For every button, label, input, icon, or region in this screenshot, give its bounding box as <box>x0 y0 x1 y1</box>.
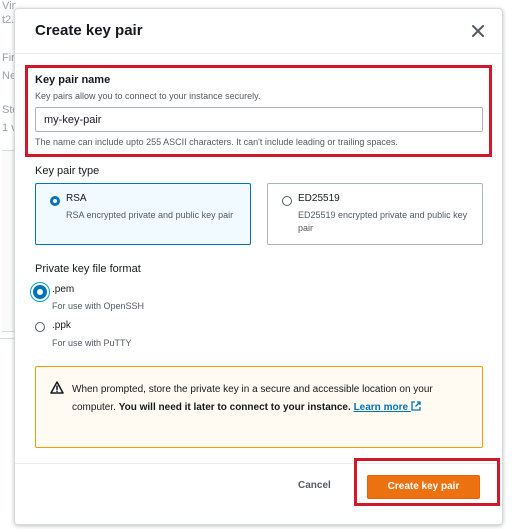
ppk-radio[interactable] <box>35 322 45 332</box>
create-key-pair-dialog: Create key pair Key pair name Key pairs … <box>14 8 503 525</box>
dialog-title: Create key pair <box>35 22 143 39</box>
private-key-format-label: Private key file format <box>35 263 141 275</box>
create-key-pair-button[interactable]: Create key pair <box>367 475 480 499</box>
alert-bold-text: You will need it later to connect to you… <box>118 402 351 413</box>
ed25519-title: ED25519 <box>298 193 340 204</box>
key-type-option-rsa[interactable]: RSA RSA encrypted private and public key… <box>35 183 251 245</box>
ed25519-description: ED25519 encrypted private and public key… <box>298 210 468 233</box>
learn-more-link[interactable]: Learn more <box>353 401 421 413</box>
rsa-radio[interactable] <box>50 196 60 206</box>
cancel-button[interactable]: Cancel <box>298 480 331 491</box>
warning-icon <box>50 381 64 399</box>
key-pair-type-label: Key pair type <box>35 165 100 177</box>
warning-alert: When prompted, store the private key in … <box>35 366 483 448</box>
close-button[interactable] <box>468 21 488 41</box>
pem-title[interactable]: .pem <box>52 284 74 295</box>
key-type-option-ed25519[interactable]: ED25519 ED25519 encrypted private and pu… <box>267 183 483 245</box>
rsa-title: RSA <box>66 193 87 204</box>
key-pair-name-description: Key pairs allow you to connect to your i… <box>35 91 261 101</box>
alert-message: When prompted, store the private key in … <box>72 381 470 417</box>
close-icon <box>472 25 484 37</box>
key-pair-name-constraint: The name can include upto 255 ASCII char… <box>35 137 398 147</box>
ed25519-radio[interactable] <box>282 196 292 206</box>
ppk-title[interactable]: .ppk <box>52 320 71 331</box>
ppk-description: For use with PuTTY <box>52 338 132 348</box>
key-pair-name-label: Key pair name <box>35 74 111 86</box>
pem-description: For use with OpenSSH <box>52 301 145 311</box>
dialog-header: Create key pair <box>15 9 502 54</box>
external-link-icon <box>411 401 421 411</box>
rsa-description: RSA encrypted private and public key pai… <box>66 210 234 220</box>
learn-more-label: Learn more <box>353 402 409 413</box>
pem-radio[interactable] <box>33 285 47 299</box>
key-pair-name-input[interactable] <box>35 107 483 132</box>
